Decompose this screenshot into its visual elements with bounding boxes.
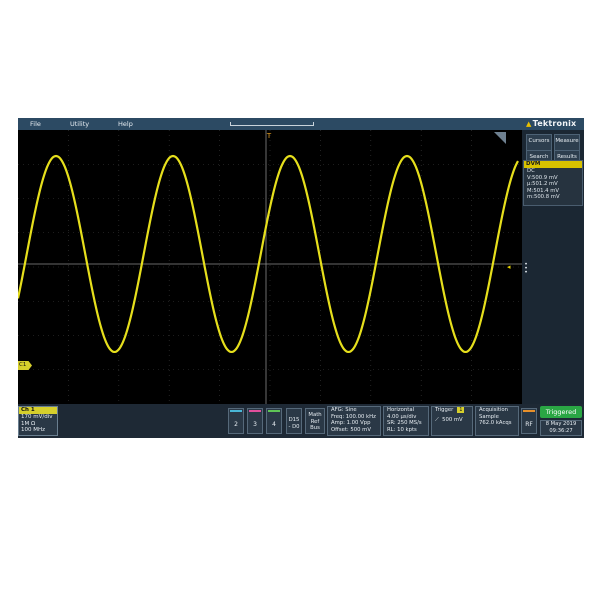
menu-help[interactable]: Help: [118, 118, 133, 130]
afg-frequency: Freq: 100.00 kHz: [331, 413, 376, 420]
rf-button[interactable]: RF: [521, 408, 537, 434]
ch1-scale: 170 mV/div: [21, 414, 53, 420]
ch2-color-stripe: [230, 410, 242, 412]
afg-amplitude: Amp: 1.00 Vpp: [331, 420, 371, 427]
ch2-button[interactable]: 2: [228, 408, 244, 434]
trigger-badge[interactable]: Trigger 1 ⟋ 500 mV: [431, 406, 473, 436]
horizontal-title: Horizontal: [387, 407, 415, 413]
afg-badge[interactable]: AFG: Sine Freq: 100.00 kHz Amp: 1.00 Vpp…: [327, 406, 381, 436]
rf-label: RF: [525, 421, 533, 428]
graticule: [18, 130, 522, 404]
horizontal-record-length: RL: 10 kpts: [387, 426, 417, 433]
horizontal-badge[interactable]: Horizontal 4.00 μs/div SR: 250 MS/s RL: …: [383, 406, 429, 436]
dvm-min: m:500.8 mV: [527, 194, 560, 201]
afg-offset: Offset: 500 mV: [331, 426, 371, 433]
trigger-status[interactable]: Triggered: [540, 406, 582, 418]
ch3-button[interactable]: 3: [247, 408, 263, 434]
dvm-mode: DC: [527, 168, 535, 174]
more-options-icon[interactable]: • • •: [522, 262, 530, 276]
math-ref-bus-button[interactable]: Math Ref Bus: [305, 408, 325, 434]
acquisition-badge[interactable]: Acquisition Sample 762.0 kAcqs: [475, 406, 519, 436]
ch1-title: Ch 1: [19, 407, 57, 414]
acquisition-title: Acquisition: [479, 407, 509, 413]
digital-channels-button[interactable]: D15 - D0: [286, 408, 302, 434]
dvm-mean: μ:501.2 mV: [527, 181, 558, 188]
ch1-badge[interactable]: Ch 1 170 mV/div 1M Ω 100 MHz: [18, 406, 58, 436]
date-time-display: 8 May 2019 09:36:27: [540, 420, 582, 436]
dvm-value: V:500.9 mV: [527, 174, 558, 181]
time-label: 09:36:27: [549, 427, 573, 434]
horizontal-sample-rate: SR: 250 MS/s: [387, 420, 422, 427]
afg-title: AFG: Sine: [331, 407, 357, 413]
rf-color-stripe: [523, 410, 535, 412]
trigger-level: 500 mV: [442, 416, 463, 423]
brand-logo: ▲Tektronix: [526, 119, 577, 128]
ch1-bandwidth: 100 MHz: [21, 427, 46, 433]
dvm-badge[interactable]: DVM DC V:500.9 mV μ:501.2 mV M:501.4 mV …: [523, 160, 583, 206]
dvm-title: DVM: [524, 161, 582, 168]
acquisition-count: 762.0 kAcqs: [479, 420, 512, 427]
trigger-level-icon[interactable]: ◂: [507, 263, 511, 271]
ch1-waveform: [18, 154, 519, 354]
ch2-label: 2: [234, 421, 238, 428]
settings-bar: Ch 1 170 mV/div 1M Ω 100 MHz 2 3 4 D15 -…: [18, 404, 584, 438]
trigger-title: Trigger: [435, 407, 454, 413]
oscilloscope-window: File Utility Help ▲Tektronix T C1 ◂ Curs…: [18, 118, 584, 438]
menu-bar: File Utility Help ▲Tektronix: [18, 118, 584, 130]
ch4-button[interactable]: 4: [266, 408, 282, 434]
math-ref-bus-label: Math Ref Bus: [308, 412, 322, 431]
corner-handle-icon[interactable]: [494, 132, 506, 144]
menu-utility[interactable]: Utility: [70, 118, 89, 130]
record-view-bar[interactable]: [230, 122, 314, 126]
dvm-max: M:501.4 mV: [527, 187, 559, 194]
trigger-position-icon[interactable]: T: [264, 131, 274, 141]
ch4-label: 4: [272, 421, 276, 428]
rising-edge-icon: ⟋: [435, 416, 439, 423]
acquisition-mode: Sample: [479, 413, 499, 420]
trigger-source-tag: 1: [457, 407, 465, 413]
horizontal-scale: 4.00 μs/div: [387, 413, 417, 420]
digital-channels-label: D15 - D0: [288, 417, 300, 430]
ch3-color-stripe: [249, 410, 261, 412]
ch3-label: 3: [253, 421, 257, 428]
date-label: 8 May 2019: [545, 421, 577, 427]
ch4-color-stripe: [268, 410, 280, 412]
menu-file[interactable]: File: [30, 118, 41, 130]
waveform-display[interactable]: T C1 ◂: [18, 130, 522, 404]
